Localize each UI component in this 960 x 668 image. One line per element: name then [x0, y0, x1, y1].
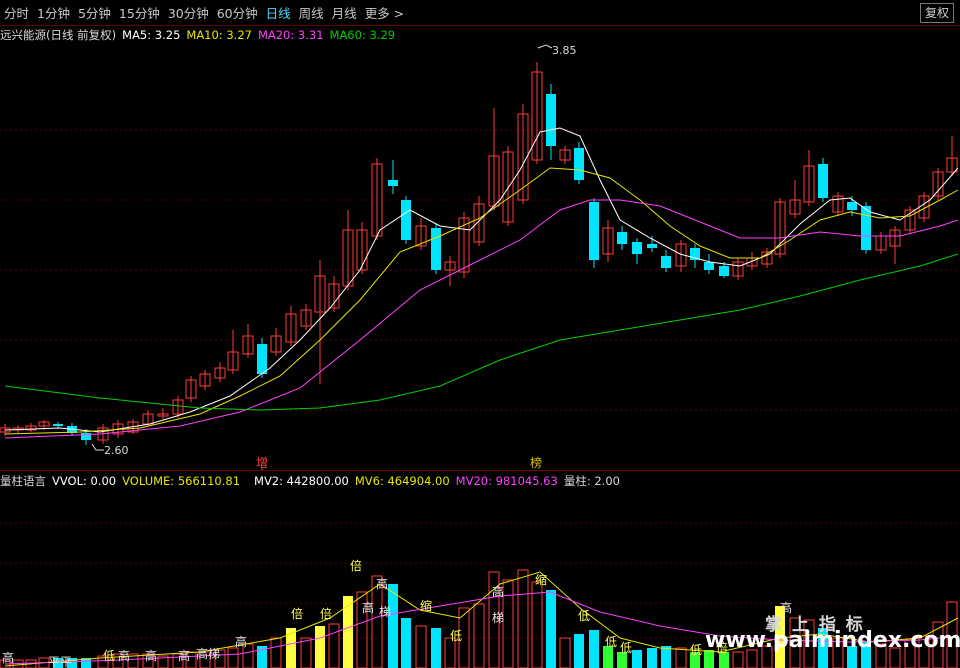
volume-bar	[431, 628, 441, 668]
candle-down	[719, 266, 729, 276]
candle-down	[632, 242, 642, 254]
volume-bar	[647, 648, 657, 668]
volume-language-label: 高	[118, 648, 130, 663]
tab-1min[interactable]: 1分钟	[37, 3, 70, 22]
volume-language-label: 高	[2, 650, 14, 665]
candle-down	[647, 244, 657, 248]
candle-down	[847, 202, 857, 210]
volume-language-label: 低	[103, 649, 115, 663]
candle-down	[546, 94, 556, 146]
volume-bar	[270, 637, 282, 668]
low-marker-icon	[91, 443, 104, 451]
volume-bar	[559, 637, 571, 668]
volume-language-label: 高	[492, 584, 504, 599]
tab-weekly[interactable]: 周线	[299, 3, 324, 22]
volume-language-label: 平	[48, 655, 60, 668]
volume-bar	[227, 647, 239, 668]
low-price-label: 2.60	[104, 444, 129, 457]
volume-language-label: 低	[450, 629, 462, 643]
candle-down	[818, 164, 828, 198]
tab-60min[interactable]: 60分钟	[217, 3, 258, 22]
volume-language-label: 缩	[420, 598, 432, 613]
watermark-url: www.palmindex.com	[705, 628, 960, 653]
volume-value: VOLUME: 566110.81	[122, 474, 241, 488]
volume-bar	[546, 590, 556, 668]
mv2-value: MV2: 442800.00	[254, 474, 349, 488]
mv20-value: MV20: 981045.63	[455, 474, 558, 488]
volume-bar	[531, 581, 543, 668]
mv6-value: MV6: 464904.00	[354, 474, 450, 488]
candle-down	[388, 180, 398, 186]
volume-language-label: 缩	[535, 572, 547, 587]
volume-language-label: 低	[578, 609, 590, 623]
ma10-line	[4, 167, 959, 435]
volume-language-label: 高	[376, 576, 388, 591]
event-marker: 增	[256, 456, 268, 470]
volume-language-label: 平	[60, 655, 72, 668]
volume-language-label: 低	[605, 635, 617, 649]
volume-bar	[632, 650, 642, 668]
liangzhu-value: 量柱: 2.00	[563, 474, 620, 488]
volume-language-label: 倍	[320, 606, 332, 621]
volume-bar	[415, 625, 427, 668]
volume-language-label: 高	[178, 648, 190, 663]
volume-language-label: 高	[145, 648, 157, 663]
volume-bar	[315, 626, 325, 668]
volume-bar	[574, 634, 584, 668]
ma60-line	[4, 253, 959, 411]
volume-language-label: 高	[362, 600, 374, 615]
event-marker: 榜	[530, 455, 542, 470]
tab-daily[interactable]: 日线	[266, 3, 291, 22]
candle-down	[861, 206, 871, 250]
vvol-value: VVOL: 0.00	[52, 474, 117, 488]
candle-down	[617, 232, 627, 244]
volume-bar	[732, 651, 744, 668]
candle-down	[704, 262, 714, 270]
volume-bar	[661, 646, 671, 668]
tab-30min[interactable]: 30分钟	[168, 3, 209, 22]
candle-down	[574, 148, 584, 180]
volume-indicator-name: 量柱语言	[0, 474, 46, 488]
volume-bar	[502, 579, 514, 668]
volume-bar	[388, 584, 398, 668]
volume-bar	[401, 618, 411, 668]
ma5-line	[4, 127, 959, 433]
candle-down	[257, 344, 267, 374]
volume-language-label: 低	[620, 641, 632, 655]
volume-bar	[603, 646, 613, 668]
tab-monthly[interactable]: 月线	[332, 3, 357, 22]
panel-divider	[0, 470, 960, 471]
volume-language-label: 梯	[492, 611, 504, 625]
volume-language-label: 倍	[350, 558, 362, 573]
volume-language-label: 高	[235, 634, 247, 649]
high-marker-icon	[537, 44, 553, 49]
volume-bar	[300, 637, 312, 668]
volume-language-label: 梯	[379, 605, 391, 619]
fuquan-button[interactable]: 复权	[919, 3, 954, 23]
volume-bar	[517, 569, 529, 668]
more-menu-button[interactable]: 更多 >	[365, 3, 404, 22]
volume-bar	[473, 603, 485, 668]
volume-language-label: 梯	[208, 647, 220, 661]
tab-15min[interactable]: 15分钟	[119, 3, 160, 22]
volume-language-label: 倍	[291, 606, 303, 621]
tab-5min[interactable]: 5分钟	[78, 3, 111, 22]
candlestick-chart[interactable]: 3.85 2.60 增 榜	[0, 40, 960, 470]
candle-down	[53, 424, 63, 426]
volume-language-label: 高	[196, 646, 208, 661]
volume-bar	[343, 596, 353, 668]
high-price-label: 3.85	[552, 44, 577, 57]
candle-down	[401, 200, 411, 240]
volume-language-label: 低	[690, 643, 702, 657]
volume-bar	[675, 647, 687, 668]
candle-down	[661, 256, 671, 268]
candle-down	[431, 228, 441, 270]
tab-fenshi[interactable]: 分时	[4, 3, 29, 22]
volume-bar	[589, 630, 599, 668]
period-toolbar: 分时 1分钟 5分钟 15分钟 30分钟 60分钟 日线 周线 月线 更多 > …	[0, 0, 960, 26]
candle-down	[589, 202, 599, 260]
volume-bar	[328, 623, 340, 668]
